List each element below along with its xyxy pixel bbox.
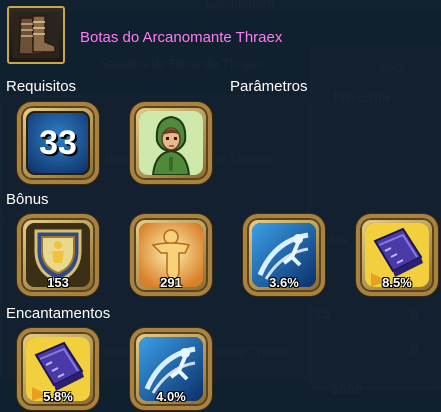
enchantment-evasion-value: 4.0%	[156, 389, 186, 404]
parameters-heading: Parâmetros	[230, 78, 308, 95]
enchantment-spellbook-slot[interactable]: 5.8%	[17, 328, 99, 410]
character-portrait-icon	[139, 111, 203, 175]
required-level-value: 33	[39, 124, 77, 162]
bonus-health-value: 291	[160, 275, 182, 290]
bonus-defense-slot[interactable]: 153	[17, 214, 99, 296]
bonus-evasion-value: 3.6%	[269, 275, 299, 290]
bonus-spellbook-slot[interactable]: 8.5%	[356, 214, 438, 296]
bonus-defense-value: 153	[47, 275, 69, 290]
bonus-health-slot[interactable]: 291	[130, 214, 212, 296]
item-tooltip: Botas do Arcanomante Thraex Requisitos P…	[0, 0, 441, 412]
bonus-spellbook-value: 8.5%	[382, 275, 412, 290]
bonus-evasion-slot[interactable]: 3.6%	[243, 214, 325, 296]
enchantment-evasion-slot[interactable]: 4.0%	[130, 328, 212, 410]
enchantments-heading: Encantamentos	[6, 305, 111, 322]
parameters-slot[interactable]	[130, 102, 212, 184]
item-title: Botas do Arcanomante Thraex	[80, 29, 283, 46]
enchantment-spellbook-value: 5.8%	[43, 389, 73, 404]
iron-boots-icon	[7, 6, 65, 64]
requirements-heading: Requisitos	[6, 78, 77, 95]
level-badge-icon: 33	[26, 111, 90, 175]
level-requirement-slot[interactable]: 33	[17, 102, 99, 184]
bonus-heading: Bônus	[6, 191, 49, 208]
